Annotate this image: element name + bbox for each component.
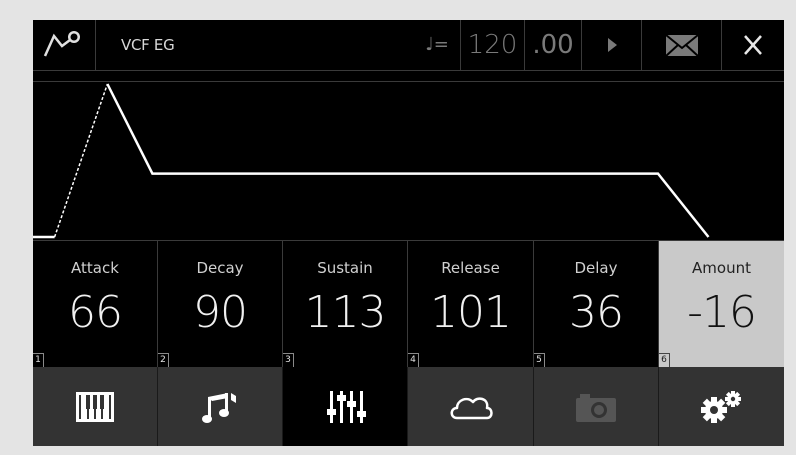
param-label: Decay: [196, 259, 244, 277]
param-sustain[interactable]: Sustain 113 3: [283, 240, 408, 367]
camera-icon: [576, 393, 616, 422]
mail-button[interactable]: [642, 20, 722, 70]
piano-icon: [76, 391, 114, 422]
play-icon: [608, 38, 617, 52]
nav-camera-button[interactable]: [534, 367, 659, 446]
envelope-logo-button[interactable]: [33, 20, 96, 70]
bottom-nav: [33, 367, 784, 446]
gears-icon: [700, 390, 741, 423]
param-value: 101: [430, 287, 512, 338]
param-index: 5: [534, 353, 545, 367]
nav-cloud-button[interactable]: [408, 367, 534, 446]
param-index: 1: [33, 353, 44, 367]
header-divider: [33, 70, 784, 82]
param-attack[interactable]: Attack 66 1: [33, 240, 158, 367]
tempo-fraction[interactable]: .00: [525, 20, 582, 70]
param-decay[interactable]: Decay 90 2: [158, 240, 283, 367]
close-button[interactable]: [722, 20, 784, 70]
envelope-logo-icon: [43, 31, 80, 57]
param-label: Amount: [692, 259, 751, 277]
param-index: 4: [408, 353, 419, 367]
nav-piano-button[interactable]: [33, 367, 158, 446]
param-value: 90: [193, 287, 248, 338]
close-icon: [744, 35, 762, 55]
param-value: 113: [304, 287, 387, 338]
param-label: Release: [441, 259, 500, 277]
param-index: 3: [283, 353, 294, 367]
tempo-note-label: ♩=: [414, 20, 461, 70]
cloud-icon: [450, 396, 493, 419]
page-title: VCF EG: [121, 36, 175, 54]
device-screen: VCF EG ♩= 120 .00 Attack 66 1 Decay 90 2…: [33, 20, 784, 446]
param-delay[interactable]: Delay 36 5: [534, 240, 659, 367]
nav-settings-button[interactable]: [659, 367, 784, 446]
sliders-icon: [327, 390, 366, 423]
param-label: Attack: [71, 259, 119, 277]
mail-icon: [665, 34, 699, 57]
param-amount[interactable]: Amount -16 6: [659, 240, 784, 367]
param-release[interactable]: Release 101 4: [408, 240, 534, 367]
param-label: Sustain: [317, 259, 373, 277]
envelope-graph: [33, 83, 710, 239]
parameter-row: Attack 66 1 Decay 90 2 Sustain 113 3 Rel…: [33, 240, 784, 367]
envelope-curve: [106, 83, 710, 238]
envelope-attack-segment: [53, 83, 109, 238]
param-label: Delay: [574, 259, 618, 277]
param-value: -16: [687, 287, 757, 338]
param-value: 66: [68, 287, 123, 338]
param-index: 2: [158, 353, 169, 367]
param-value: 36: [569, 287, 624, 338]
nav-music-button[interactable]: [158, 367, 283, 446]
header-bar: VCF EG ♩= 120 .00: [33, 20, 784, 71]
tempo-integer[interactable]: 120: [461, 20, 525, 70]
play-button[interactable]: [582, 20, 642, 70]
param-index: 6: [659, 353, 670, 367]
music-notes-icon: [202, 392, 236, 423]
nav-mixer-button[interactable]: [283, 367, 408, 446]
